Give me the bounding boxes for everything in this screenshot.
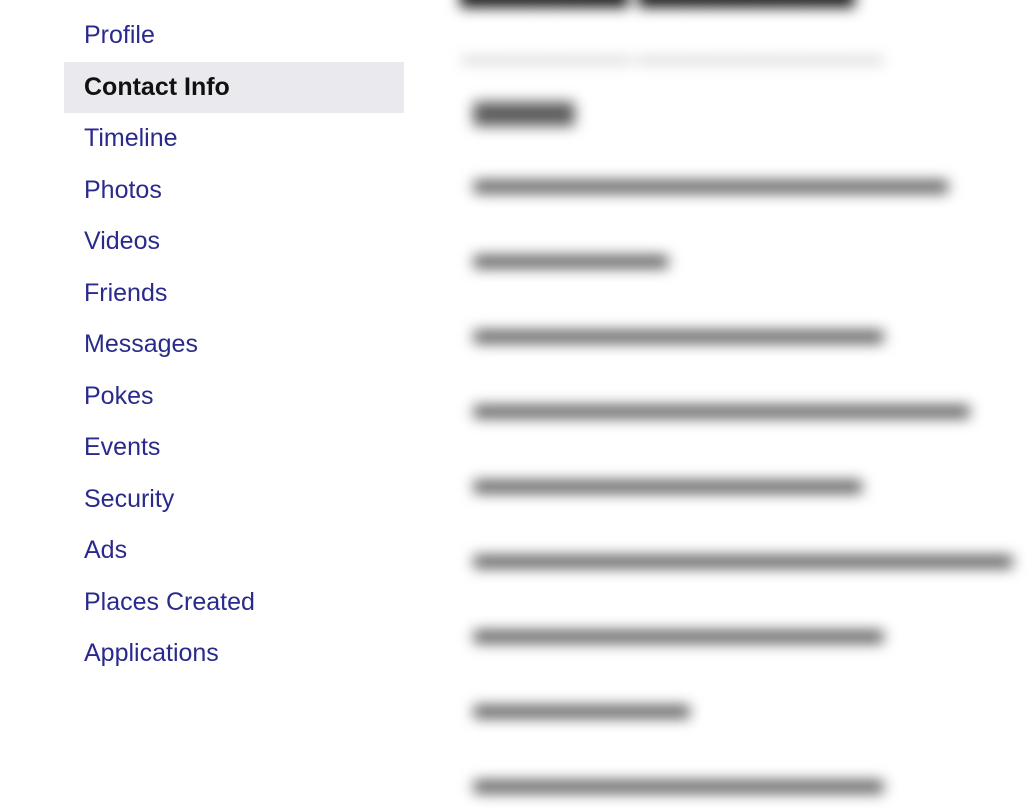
blurred-row: ▃▃▃▃▃▃▃▃▃▃▃▃▃▃▃▃▃▃▃▃▃▃▃▃▃: [474, 536, 1013, 567]
sidebar-item-timeline[interactable]: Timeline: [64, 113, 404, 165]
sidebar-item-security[interactable]: Security: [64, 474, 404, 526]
blurred-page-subtitle: ▁▁▁▁▁▁▁▁▁▁▁ ▁▁▁▁▁▁▁▁▁▁▁▁▁▁▁▁: [462, 40, 883, 62]
blurred-row: ▃▃▃▃▃▃▃▃▃▃▃▃▃▃▃▃▃▃▃: [474, 611, 884, 642]
sidebar-item-profile[interactable]: Profile: [64, 10, 404, 62]
page: Profile Contact Info Timeline Photos Vid…: [0, 0, 1035, 812]
blurred-row: ▃▃▃▃▃▃▃▃▃▃▃▃▃▃▃▃▃▃: [474, 461, 862, 492]
sidebar-item-applications[interactable]: Applications: [64, 628, 404, 680]
blurred-row: ▃▃▃▃▃▃▃▃▃▃▃▃▃▃▃▃▃▃▃▃▃▃▃: [474, 386, 970, 417]
sidebar-nav: Profile Contact Info Timeline Photos Vid…: [64, 10, 404, 680]
blurred-row: ▃▃▃▃▃▃▃▃▃▃▃▃▃▃▃▃▃▃▃: [474, 311, 884, 342]
blurred-row: ▃▃▃▃▃▃▃▃▃▃▃▃▃▃▃▃▃▃▃▃▃▃: [474, 161, 948, 192]
sidebar-item-friends[interactable]: Friends: [64, 268, 404, 320]
blurred-row: ▃▃▃▃▃▃▃▃▃▃: [474, 686, 690, 717]
sidebar-item-events[interactable]: Events: [64, 422, 404, 474]
sidebar-item-pokes[interactable]: Pokes: [64, 371, 404, 423]
blurred-page-title: ▀▀▀▀▀▀▀ ▀▀▀▀▀▀▀▀▀: [460, 0, 855, 26]
sidebar-item-videos[interactable]: Videos: [64, 216, 404, 268]
blurred-row: ▃▃▃▃▃▃▃▃▃▃▃▃▃▃▃▃▃▃▃: [474, 761, 884, 792]
sidebar-item-contact-info[interactable]: Contact Info: [64, 61, 404, 113]
blurred-row: ▃▃▃▃▃▃▃▃▃: [474, 236, 668, 267]
sidebar-item-places-created[interactable]: Places Created: [64, 577, 404, 629]
sidebar-item-ads[interactable]: Ads: [64, 525, 404, 577]
sidebar-item-messages[interactable]: Messages: [64, 319, 404, 371]
sidebar-item-photos[interactable]: Photos: [64, 165, 404, 217]
blurred-contact-content: ▀▀▀▀▀▀▀ ▀▀▀▀▀▀▀▀▀ ▁▁▁▁▁▁▁▁▁▁▁ ▁▁▁▁▁▁▁▁▁▁…: [440, 0, 1035, 812]
blurred-contact-list: ▃▃▃▃▃▃▃▃▃▃▃▃▃▃▃▃▃▃▃▃▃▃ ▃▃▃▃▃▃▃▃▃ ▃▃▃▃▃▃▃…: [474, 160, 1012, 812]
blurred-section-heading: ▆▆▆▆▆: [474, 95, 574, 125]
